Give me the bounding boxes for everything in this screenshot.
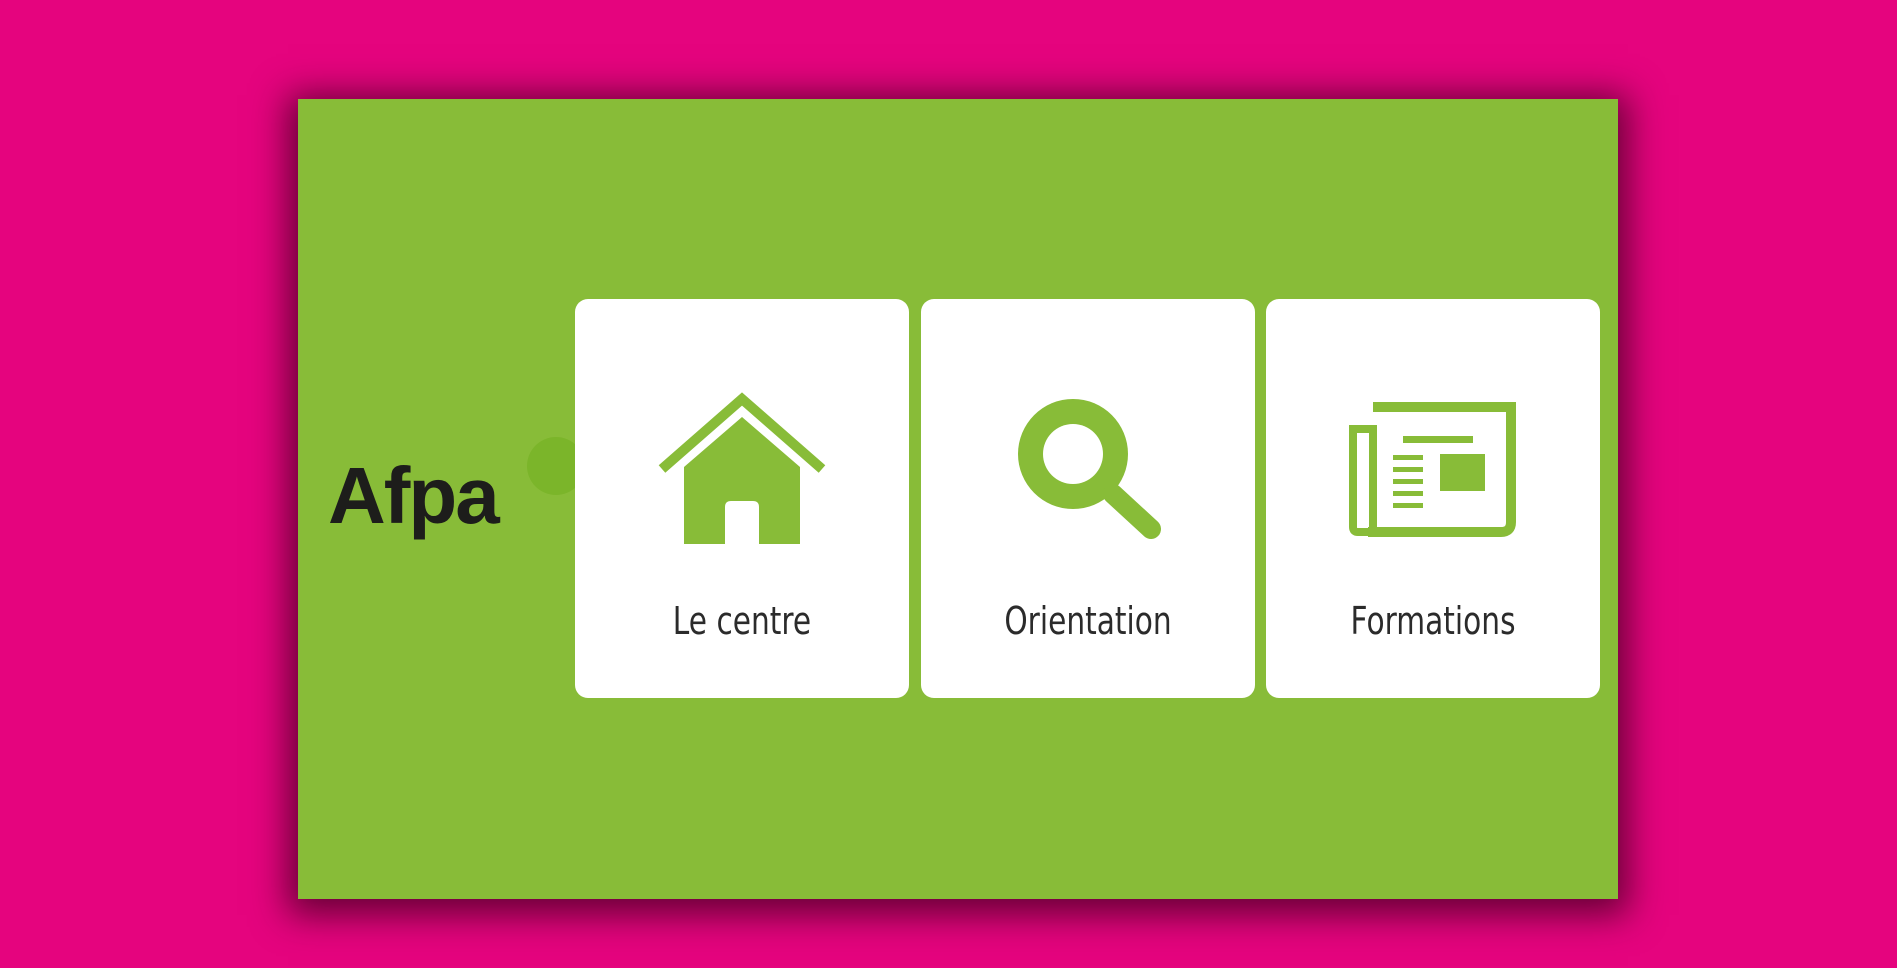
tile-label: Le centre <box>672 599 812 643</box>
search-icon <box>1003 389 1173 554</box>
tile-formations[interactable]: Formations <box>1266 299 1600 698</box>
tile-label: Formations <box>1350 599 1516 643</box>
afpa-logo: Afpa <box>328 434 585 564</box>
tile-le-centre[interactable]: Le centre <box>575 299 909 698</box>
logo-text: Afpa <box>328 451 500 540</box>
tile-label: Orientation <box>1004 599 1172 643</box>
home-icon <box>657 389 827 554</box>
newspaper-icon <box>1348 389 1518 554</box>
main-panel: Afpa Le centre Orientation Formations <box>298 99 1618 899</box>
tile-orientation[interactable]: Orientation <box>921 299 1255 698</box>
